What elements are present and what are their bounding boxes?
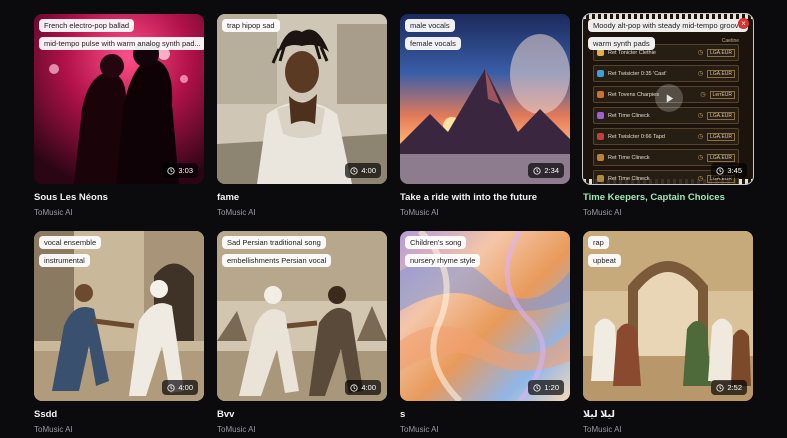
style-tag[interactable]: mid-tempo pulse with warm analog synth p…	[39, 37, 204, 50]
style-tag[interactable]: female vocals	[405, 37, 461, 50]
style-tag[interactable]: vocal ensemble	[39, 236, 102, 249]
artwork-image	[217, 14, 387, 184]
song-artwork[interactable]: Children's song nursery rhyme style 1:20	[400, 231, 570, 401]
song-author[interactable]: ToMusic AI	[217, 425, 387, 434]
song-title[interactable]: s	[400, 409, 570, 420]
song-card[interactable]: vocal ensemble instrumental 4:00 Ssdd To…	[34, 231, 204, 434]
song-card[interactable]: trap hipop sad 4:00 fame ToMusic AI	[217, 14, 387, 217]
duration-text: 1:20	[544, 383, 559, 392]
style-tag[interactable]: warm synth pads	[588, 37, 655, 50]
gem-icon	[597, 154, 604, 161]
clock-icon	[716, 383, 724, 392]
duration-text: 2:34	[544, 166, 559, 175]
song-title[interactable]: Bvv	[217, 409, 387, 420]
style-tag[interactable]: upbeat	[588, 254, 621, 267]
song-author[interactable]: ToMusic AI	[34, 425, 204, 434]
duration-text: 4:00	[361, 166, 376, 175]
gem-icon	[597, 49, 604, 56]
gem-icon	[597, 112, 604, 119]
duration-text: 2:52	[727, 383, 742, 392]
song-author[interactable]: ToMusic AI	[400, 425, 570, 434]
gem-icon	[597, 175, 604, 182]
song-author[interactable]: ToMusic AI	[400, 208, 570, 217]
style-tag[interactable]: instrumental	[39, 254, 90, 267]
song-author[interactable]: ToMusic AI	[583, 208, 753, 217]
song-title[interactable]: Ssdd	[34, 409, 204, 420]
song-title[interactable]: لیلا لیلا	[583, 409, 753, 420]
style-tag[interactable]: rap	[588, 236, 609, 249]
clock-icon: ◷	[697, 155, 704, 161]
song-artwork[interactable]: male vocals female vocals 2:34	[400, 14, 570, 184]
gem-icon	[597, 70, 604, 77]
gem-icon	[597, 133, 604, 140]
duration-badge: 3:03	[162, 163, 198, 178]
clock-icon: ◷	[697, 134, 704, 140]
play-icon	[666, 93, 673, 103]
song-title[interactable]: Sous Les Néons	[34, 192, 204, 203]
song-card[interactable]: rap upbeat 2:52 لیلا لیلا ToMusic AI	[583, 231, 753, 434]
duration-badge: 4:00	[162, 380, 198, 395]
clock-icon: ◷	[697, 71, 704, 77]
song-author[interactable]: ToMusic AI	[34, 208, 204, 217]
duration-text: 3:03	[178, 166, 193, 175]
list-item: Ret Twisicter 0:35 'Cast' ◷ LGA.EUR	[593, 65, 739, 82]
song-card[interactable]: Children's song nursery rhyme style 1:20…	[400, 231, 570, 434]
clock-icon	[533, 383, 541, 392]
gem-icon	[597, 91, 604, 98]
style-tag[interactable]: Children's song	[405, 236, 467, 249]
clock-icon	[350, 166, 358, 175]
list-item: Ret Twislcter 0:66 Tapd ◷ LGA.EUR	[593, 128, 739, 145]
clock-icon: ◷	[697, 113, 704, 119]
duration-badge: 4:00	[345, 163, 381, 178]
song-artwork[interactable]: vocal ensemble instrumental 4:00	[34, 231, 204, 401]
style-tag[interactable]: embellishments Persian vocal	[222, 254, 332, 267]
style-tag[interactable]: male vocals	[405, 19, 455, 32]
duration-badge: 3:45	[711, 163, 747, 178]
duration-badge: 2:34	[528, 163, 564, 178]
song-artwork[interactable]: rap upbeat 2:52	[583, 231, 753, 401]
duration-badge: 4:00	[345, 380, 381, 395]
song-card[interactable]: Sad Persian traditional song embellishme…	[217, 231, 387, 434]
song-card[interactable]: Caetine Ret Tonicter Clethie ◷ LGA.EUR Ret…	[582, 13, 754, 217]
song-title[interactable]: Take a ride with into the future	[400, 192, 570, 203]
play-button[interactable]	[655, 84, 683, 112]
clock-icon	[167, 166, 175, 175]
song-author[interactable]: ToMusic AI	[583, 425, 753, 434]
song-artwork[interactable]: Sad Persian traditional song embellishme…	[217, 231, 387, 401]
clock-icon: ◷	[700, 92, 706, 98]
song-artwork[interactable]: Caetine Ret Tonicter Clethie ◷ LGA.EUR Ret…	[582, 13, 754, 185]
close-icon[interactable]: ×	[738, 18, 749, 29]
duration-text: 4:00	[361, 383, 376, 392]
song-title[interactable]: Time Keepers, Captain Choices	[583, 192, 753, 203]
style-tag[interactable]: nursery rhyme style	[405, 254, 481, 267]
clock-icon: ◷	[697, 176, 704, 182]
song-artwork[interactable]: French electro-pop ballad mid-tempo puls…	[34, 14, 204, 184]
song-artwork[interactable]: trap hipop sad 4:00	[217, 14, 387, 184]
clock-icon	[350, 383, 358, 392]
duration-text: 3:45	[727, 166, 742, 175]
style-tag[interactable]: French electro-pop ballad	[39, 19, 135, 32]
clock-icon	[533, 166, 541, 175]
clock-icon: ◷	[697, 50, 704, 56]
clock-icon	[167, 383, 175, 392]
style-tag[interactable]: trap hipop sad	[222, 19, 280, 32]
style-tag[interactable]: Moody alt-pop with steady mid-tempo groo…	[588, 19, 748, 32]
duration-badge: 1:20	[528, 380, 564, 395]
song-card[interactable]: male vocals female vocals 2:34 Take a ri…	[400, 14, 570, 217]
duration-text: 4:00	[178, 383, 193, 392]
song-author[interactable]: ToMusic AI	[217, 208, 387, 217]
song-card[interactable]: French electro-pop ballad mid-tempo puls…	[34, 14, 204, 217]
clock-icon	[716, 166, 724, 175]
style-tag[interactable]: Sad Persian traditional song	[222, 236, 326, 249]
song-title[interactable]: fame	[217, 192, 387, 203]
duration-badge: 2:52	[711, 380, 747, 395]
